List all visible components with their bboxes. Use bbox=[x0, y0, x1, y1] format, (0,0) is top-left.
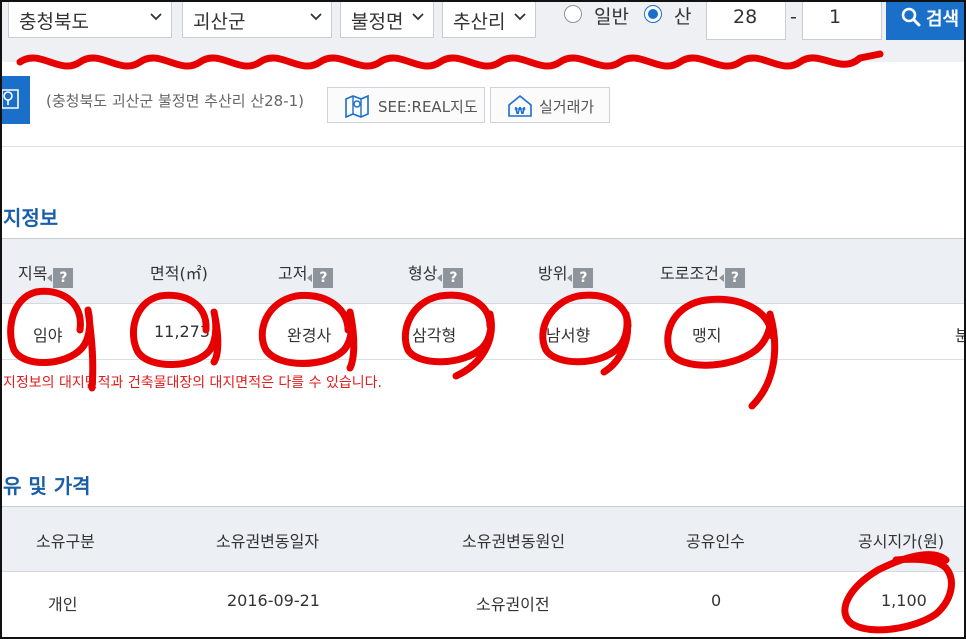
header-road-condition: 도로조건? bbox=[660, 260, 745, 288]
cell-owner-type: 개인 bbox=[48, 595, 78, 614]
value-road-condition: 맹지 bbox=[692, 326, 722, 345]
chevron-down-icon bbox=[310, 13, 322, 21]
help-icon[interactable]: ? bbox=[718, 268, 745, 288]
header-owner-type: 소유구분 bbox=[36, 532, 95, 551]
land-info-header bbox=[0, 238, 966, 304]
divider bbox=[0, 146, 966, 147]
header-direction: 방위? bbox=[538, 260, 594, 288]
land-info-title: 지정보 bbox=[3, 206, 59, 230]
divider bbox=[0, 359, 966, 360]
header-change-date: 소유권변동일자 bbox=[216, 532, 320, 551]
search-button-label: 검색 bbox=[926, 9, 960, 30]
header-co-owners: 공유인수 bbox=[686, 532, 745, 551]
won-house-icon: ₩ bbox=[508, 94, 532, 117]
value-cut-off: 분 bbox=[955, 326, 966, 345]
map-pin-icon bbox=[0, 76, 30, 124]
chevron-down-icon bbox=[514, 13, 526, 21]
town-value: 불정면 bbox=[351, 11, 404, 33]
province-select[interactable]: 충청북도 bbox=[8, 0, 172, 38]
county-select[interactable]: 괴산군 bbox=[182, 0, 332, 38]
ownership-title: 유 및 가격 bbox=[3, 474, 91, 498]
radio-general[interactable] bbox=[564, 5, 582, 23]
seereal-map-label: SEE:REAL지도 bbox=[378, 98, 478, 116]
village-select[interactable]: 추산리 bbox=[442, 0, 536, 38]
svg-text:₩: ₩ bbox=[514, 106, 525, 117]
value-area: 11,273 bbox=[154, 322, 210, 341]
cell-co-owners: 0 bbox=[711, 591, 722, 610]
header-land-category: 지목? bbox=[18, 260, 74, 288]
radio-mountain[interactable] bbox=[644, 5, 662, 23]
province-value: 충청북도 bbox=[19, 11, 89, 33]
cell-change-reason: 소유권이전 bbox=[476, 595, 550, 614]
search-button[interactable]: 검색 bbox=[886, 0, 966, 40]
lot-sub-input[interactable]: 1 bbox=[802, 0, 882, 40]
value-direction: 남서향 bbox=[546, 326, 591, 345]
lot-main-input[interactable]: 28 bbox=[706, 0, 786, 40]
cell-official-price: 1,100 bbox=[881, 591, 927, 610]
seereal-map-button[interactable]: SEE:REAL지도 bbox=[327, 87, 485, 123]
header-change-reason: 소유권변동원인 bbox=[462, 532, 566, 551]
value-land-category: 임야 bbox=[33, 326, 63, 345]
value-shape: 삼각형 bbox=[412, 326, 457, 345]
parcel-address: (충청북도 괴산군 불정면 추산리 산28-1) bbox=[46, 92, 305, 110]
lot-separator: - bbox=[790, 6, 797, 28]
map-icon bbox=[345, 94, 369, 118]
village-value: 추산리 bbox=[453, 11, 506, 33]
radio-mountain-label: 산 bbox=[674, 6, 692, 28]
header-elevation: 고저? bbox=[278, 260, 334, 288]
cell-change-date: 2016-09-21 bbox=[227, 591, 320, 610]
radio-general-label: 일반 bbox=[594, 6, 629, 28]
area-disclaimer: 지정보의 대지면적과 건축물대장의 대지면적은 다를 수 있습니다. bbox=[3, 375, 382, 391]
help-icon[interactable]: ? bbox=[437, 268, 464, 288]
header-official-price: 공시지가(원) bbox=[858, 532, 945, 551]
value-elevation: 완경사 bbox=[287, 326, 332, 345]
header-shape: 형상? bbox=[408, 260, 464, 288]
circle-road-condition bbox=[664, 295, 779, 410]
help-icon[interactable]: ? bbox=[307, 268, 334, 288]
county-value: 괴산군 bbox=[193, 11, 246, 33]
help-icon[interactable]: ? bbox=[47, 268, 74, 288]
chevron-down-icon bbox=[412, 13, 424, 21]
header-area: 면적(㎡) bbox=[150, 264, 208, 283]
real-trade-price-button[interactable]: ₩ 실거래가 bbox=[490, 87, 610, 123]
chevron-down-icon bbox=[150, 13, 162, 21]
search-bar: 충청북도 괴산군 불정면 추산리 일반 산 28 - 1 검색 bbox=[0, 0, 966, 62]
town-select[interactable]: 불정면 bbox=[340, 0, 434, 38]
search-icon bbox=[901, 7, 921, 27]
help-icon[interactable]: ? bbox=[567, 268, 594, 288]
real-trade-price-label: 실거래가 bbox=[539, 98, 595, 116]
